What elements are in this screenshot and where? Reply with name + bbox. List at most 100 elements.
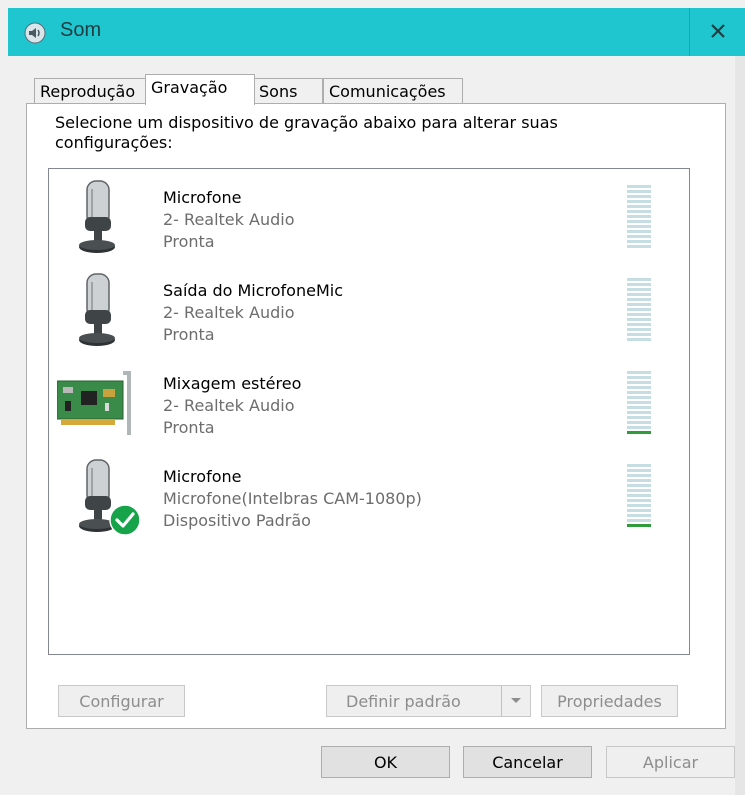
level-meter-segment (627, 411, 651, 414)
speaker-icon (24, 22, 46, 44)
window-edge (735, 56, 745, 795)
device-name: Saída do MicrofoneMic (163, 281, 343, 300)
set-default-button[interactable]: Definir padrão (326, 685, 531, 717)
device-item[interactable]: Microfone 2- Realtek Audio Pronta (49, 169, 689, 261)
device-status: Pronta (163, 325, 215, 344)
device-list[interactable]: Microfone 2- Realtek Audio Pronta Saída … (48, 168, 690, 655)
level-meter-segment (627, 333, 651, 336)
set-default-label: Definir padrão (346, 691, 461, 711)
level-meter-segment (627, 278, 651, 281)
dropdown-arrow-button[interactable] (501, 686, 530, 716)
close-button[interactable] (689, 8, 745, 56)
device-status: Pronta (163, 232, 215, 251)
level-meter-segment (627, 323, 651, 326)
microphone-icon (71, 179, 121, 261)
level-meter-segment (627, 514, 651, 517)
level-meter-segment (627, 338, 651, 341)
microphone-icon (71, 272, 121, 354)
level-meter-segment (627, 499, 651, 502)
level-meter-segment (627, 421, 651, 424)
level-meter-segment (627, 396, 651, 399)
level-meter-segment (627, 190, 651, 193)
level-meter-segment (627, 509, 651, 512)
level-meter-segment (627, 519, 651, 522)
level-meter-segment (627, 308, 651, 311)
apply-button[interactable]: Aplicar (606, 746, 735, 778)
title-bar[interactable]: Som (8, 8, 745, 56)
device-item[interactable]: Microfone Microfone(Intelbras CAM-1080p)… (49, 448, 689, 540)
level-meter-segment (627, 195, 651, 198)
level-meter-segment (627, 328, 651, 331)
ok-button[interactable]: OK (321, 746, 450, 778)
tab-recording[interactable]: Gravação (145, 74, 255, 105)
level-meter-segment (627, 484, 651, 487)
level-meter (627, 371, 651, 439)
window-title: Som (60, 19, 102, 41)
device-driver: 2- Realtek Audio (163, 210, 295, 229)
level-meter-segment (627, 474, 651, 477)
level-meter-segment (627, 489, 651, 492)
level-meter-segment (627, 245, 651, 248)
instruction-text: Selecione um dispositivo de gravação aba… (55, 113, 558, 152)
level-meter-segment (627, 464, 651, 467)
level-meter-segment (627, 416, 651, 419)
level-meter-segment (627, 391, 651, 394)
level-meter-segment (627, 469, 651, 472)
device-status: Pronta (163, 418, 215, 437)
level-meter-segment (627, 283, 651, 286)
level-meter-segment (627, 386, 651, 389)
close-icon (710, 23, 725, 42)
level-meter-segment (627, 288, 651, 291)
level-meter (627, 278, 651, 346)
level-meter-segment (627, 524, 651, 527)
device-name: Mixagem estéreo (163, 374, 302, 393)
level-meter-segment (627, 225, 651, 228)
recording-panel: Selecione um dispositivo de gravação aba… (26, 103, 726, 729)
level-meter-segment (627, 313, 651, 316)
sound-dialog: Som Reprodução Gravação Sons Comunicaçõe… (0, 0, 745, 795)
level-meter-segment (627, 298, 651, 301)
dialog-client-area: Reprodução Gravação Sons Comunicações Se… (8, 56, 745, 795)
level-meter-segment (627, 426, 651, 429)
tab-communications[interactable]: Comunicações (323, 78, 463, 104)
level-meter-segment (627, 401, 651, 404)
level-meter-segment (627, 205, 651, 208)
sound-card-icon (56, 371, 133, 439)
level-meter-segment (627, 210, 651, 213)
level-meter (627, 464, 651, 532)
device-item[interactable]: Saída do MicrofoneMic 2- Realtek Audio P… (49, 262, 689, 354)
device-driver: 2- Realtek Audio (163, 303, 295, 322)
level-meter-segment (627, 303, 651, 306)
level-meter-segment (627, 494, 651, 497)
configure-button[interactable]: Configurar (58, 685, 185, 717)
level-meter-segment (627, 504, 651, 507)
level-meter-segment (627, 318, 651, 321)
cancel-button[interactable]: Cancelar (463, 746, 592, 778)
level-meter-segment (627, 381, 651, 384)
level-meter-segment (627, 479, 651, 482)
device-driver: Microfone(Intelbras CAM-1080p) (163, 489, 422, 508)
properties-button[interactable]: Propriedades (541, 685, 678, 717)
tab-playback[interactable]: Reprodução (34, 78, 147, 104)
level-meter-segment (627, 215, 651, 218)
level-meter-segment (627, 220, 651, 223)
level-meter-segment (627, 431, 651, 434)
level-meter-segment (627, 406, 651, 409)
level-meter-segment (627, 240, 651, 243)
device-name: Microfone (163, 467, 242, 486)
tab-sounds[interactable]: Sons (253, 78, 323, 104)
level-meter (627, 185, 651, 253)
level-meter-segment (627, 230, 651, 233)
device-name: Microfone (163, 188, 242, 207)
device-driver: 2- Realtek Audio (163, 396, 295, 415)
level-meter-segment (627, 235, 651, 238)
chevron-down-icon (511, 698, 521, 703)
device-item[interactable]: Mixagem estéreo 2- Realtek Audio Pronta (49, 355, 689, 447)
level-meter-segment (627, 185, 651, 188)
microphone-default-icon (71, 458, 145, 544)
level-meter-segment (627, 200, 651, 203)
level-meter-segment (627, 371, 651, 374)
level-meter-segment (627, 376, 651, 379)
device-status: Dispositivo Padrão (163, 511, 311, 530)
level-meter-segment (627, 293, 651, 296)
